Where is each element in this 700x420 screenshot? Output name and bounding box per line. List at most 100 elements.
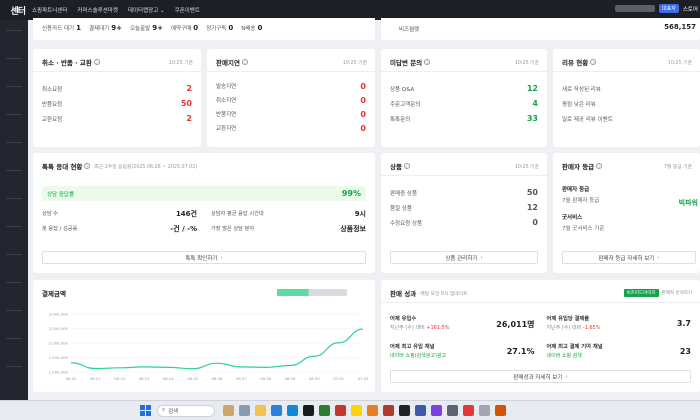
data-point[interactable] [191, 367, 194, 370]
kakaotalk-icon[interactable] [351, 405, 362, 416]
app-icon[interactable] [335, 405, 346, 416]
info-icon[interactable]: i [241, 59, 248, 65]
app-icon[interactable] [431, 405, 442, 416]
data-point[interactable] [94, 367, 97, 370]
list-item[interactable]: 평점 낮은 리뷰 [562, 96, 691, 111]
strip-item[interactable]: N배송 0 [241, 24, 262, 32]
folder-icon[interactable] [255, 405, 266, 416]
data-point[interactable] [337, 341, 340, 344]
strip-item[interactable]: 결제대기 9+ [89, 24, 122, 32]
bizwallet-value[interactable]: 568,157 [664, 23, 696, 31]
list-item[interactable]: 품절 상품 12 [390, 200, 538, 215]
sidebar-item[interactable] [6, 310, 22, 311]
data-point[interactable] [240, 365, 243, 368]
app-icon[interactable] [223, 405, 234, 416]
info-icon[interactable]: i [590, 59, 597, 65]
list-item[interactable]: 교환요청 2 [42, 111, 192, 126]
strip-item[interactable]: 정기구독 0 [206, 24, 233, 32]
sales-perf-detail-button[interactable]: 판매성과 자세히 보기 › [390, 370, 691, 383]
list-item[interactable]: 수정요청 상품 0 [390, 215, 538, 230]
list-item[interactable]: 발송지연 0 [216, 79, 366, 93]
app-icon[interactable] [367, 405, 378, 416]
app-icon[interactable] [383, 405, 394, 416]
sidebar-item[interactable] [6, 30, 22, 31]
list-item[interactable]: 반품지연 0 [216, 107, 366, 121]
sidebar-item[interactable] [6, 170, 22, 171]
bizwallet-strip: 비즈월렛 568,157 [381, 18, 700, 40]
sidebar-item[interactable] [6, 86, 22, 87]
data-point[interactable] [118, 366, 121, 369]
chevron-right-icon: › [220, 254, 223, 261]
chevron-right-icon: › [565, 373, 568, 380]
account-name-blurred[interactable] [615, 5, 655, 12]
list-item[interactable]: 주문고객문의 4 [390, 96, 538, 111]
info-icon[interactable]: i [596, 163, 603, 169]
nav-link-datalab[interactable]: 데이터랩광고 ⌄ [128, 6, 165, 14]
app-icon[interactable] [271, 405, 282, 416]
data-point[interactable] [264, 366, 267, 369]
list-item[interactable]: 판매중 상품 50 [390, 185, 538, 200]
channel-link[interactable]: 네이버 쇼핑 검색 [547, 352, 692, 359]
info-icon[interactable]: i [424, 59, 431, 65]
nav-link-coupon[interactable]: 쿠폰이벤트 [175, 6, 200, 14]
data-point[interactable] [69, 361, 72, 364]
app-icon[interactable] [399, 405, 410, 416]
product-manage-button[interactable]: 상품 관리하기 › [390, 251, 538, 264]
info-icon[interactable]: i [93, 59, 100, 65]
data-point[interactable] [215, 362, 218, 365]
list-item[interactable]: 새로 작성된 리뷰 [562, 81, 691, 96]
sidebar-item[interactable] [6, 142, 22, 143]
browser-icon[interactable] [287, 405, 298, 416]
list-item[interactable]: 일로 제공 리뷰 이벤트 [562, 111, 691, 126]
app-icon[interactable] [463, 405, 474, 416]
sidebar-item[interactable] [6, 254, 22, 255]
data-point[interactable] [313, 355, 316, 358]
list-item[interactable]: 취소요청 2 [42, 81, 192, 96]
data-point[interactable] [288, 364, 291, 367]
bizadvisor-link[interactable]: 판매자 분석하기 [662, 290, 692, 296]
strip-item[interactable]: 오늘출발 9+ [130, 24, 163, 32]
nav-link-solution[interactable]: 커머스솔루션마켓 [77, 6, 117, 14]
data-point[interactable] [167, 366, 170, 369]
nav-link-partner[interactable]: 쇼핑파트너센터 [32, 6, 67, 14]
app-icon[interactable] [415, 405, 426, 416]
info-icon[interactable]: i [403, 163, 410, 169]
excel-icon[interactable] [319, 405, 330, 416]
sidebar-item[interactable] [6, 338, 22, 339]
data-point[interactable] [142, 365, 145, 368]
chevron-right-icon: › [480, 254, 483, 261]
list-item[interactable]: 취소지연 0 [216, 93, 366, 107]
sidebar-item[interactable] [6, 198, 22, 199]
strip-item[interactable]: 예약구매 0 [171, 24, 198, 32]
card-title: 미답변 문의 [390, 59, 423, 67]
acrobat-icon[interactable] [495, 405, 506, 416]
app-icon[interactable] [303, 405, 314, 416]
info-icon[interactable]: i [84, 163, 91, 169]
card-title: 판매 성과 [390, 290, 417, 298]
sidebar-item[interactable] [6, 366, 22, 367]
grade-detail-button[interactable]: 판매자 등급 자세히 보기 › [562, 251, 696, 264]
brand-logo[interactable]: 센터 [0, 4, 28, 17]
store-link[interactable]: 스토어 [683, 5, 698, 13]
x-tick-label: 06.24 [163, 376, 174, 381]
list-item[interactable]: 상품 Q&A 12 [390, 81, 538, 96]
bizadvisor-badge[interactable]: 비즈어드바이저 [623, 289, 659, 297]
data-point[interactable] [361, 327, 364, 330]
left-sidebar [0, 20, 28, 400]
taskbar-search-input[interactable]: ⌕ 검색 [157, 404, 215, 417]
list-item[interactable]: 반품요청 50 [42, 96, 192, 111]
windows-start-icon[interactable] [140, 405, 151, 416]
sidebar-item[interactable] [6, 114, 22, 115]
app-icon[interactable] [239, 405, 250, 416]
list-item[interactable]: 교환지연 0 [216, 121, 366, 135]
app-icon[interactable] [447, 405, 458, 416]
list-item[interactable]: 톡톡문의 33 [390, 111, 538, 126]
strip-item[interactable]: 신용카드 대기 1 [42, 24, 81, 32]
talktalk-check-button[interactable]: 톡톡 확인하기 › [42, 251, 366, 264]
sidebar-item[interactable] [6, 226, 22, 227]
card-cancel-return-exchange: 취소 · 반품 · 교환 i 10:25 기준 취소요청 2 반품요청 50 교환요청 2 [33, 49, 201, 147]
sidebar-item[interactable] [6, 58, 22, 59]
sidebar-item[interactable] [6, 282, 22, 283]
y-tick-label: 2,500,000 [49, 326, 69, 331]
app-icon[interactable] [479, 405, 490, 416]
